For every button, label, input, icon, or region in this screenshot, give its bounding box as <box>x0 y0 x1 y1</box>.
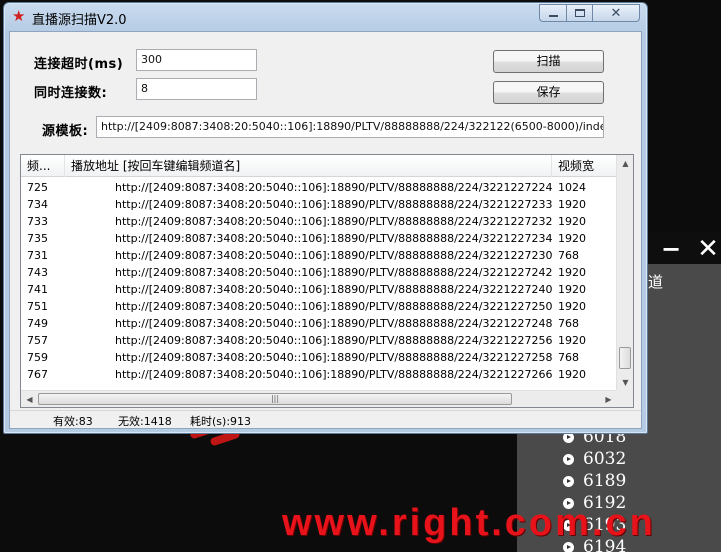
caption-buttons: ✕ <box>539 4 640 22</box>
list-row[interactable]: 759 http://[2409:8087:3408:20:5040::106]:… <box>21 349 617 366</box>
list-rows: 725 http://[2409:8087:3408:20:5040::106]:… <box>21 179 617 383</box>
close-icon: ✕ <box>610 5 622 21</box>
timeout-label: 连接超时(ms) <box>34 57 124 72</box>
scan-button[interactable]: 扫描 <box>493 50 604 73</box>
list-row[interactable]: 725 http://[2409:8087:3408:20:5040::106]:… <box>21 179 617 196</box>
background-channel-item[interactable]: 6189 <box>563 470 626 492</box>
timeout-input[interactable]: 300 <box>136 49 257 71</box>
scroll-down-icon[interactable]: ▼ <box>617 374 633 391</box>
window-title: 直播源扫描V2.0 <box>32 13 127 28</box>
status-bar: 有效:83 无效:1418 耗时(s):913 <box>10 410 641 428</box>
close-button[interactable]: ✕ <box>592 4 640 22</box>
minimize-icon <box>548 15 558 17</box>
column-header-width[interactable]: 视频宽 <box>552 155 617 177</box>
list-row[interactable]: 743 http://[2409:8087:3408:20:5040::106]:… <box>21 264 617 281</box>
scroll-up-icon[interactable]: ▲ <box>617 155 633 172</box>
scanner-window: ★ 直播源扫描V2.0 ✕ 连接超时(ms) 300 同时连接数: 8 扫描 保… <box>3 2 648 434</box>
list-row[interactable]: 733 http://[2409:8087:3408:20:5040::106]:… <box>21 213 617 230</box>
template-label: 源模板: <box>42 124 89 139</box>
list-row[interactable]: 734 http://[2409:8087:3408:20:5040::106]:… <box>21 196 617 213</box>
scroll-left-icon[interactable]: ◀ <box>21 391 38 407</box>
scroll-right-icon[interactable]: ▶ <box>600 391 617 407</box>
template-input[interactable]: http://[2409:8087:3408:20:5040::106]:188… <box>96 116 604 138</box>
vertical-scrollbar[interactable]: ▲ ▼ <box>616 155 633 391</box>
list-row[interactable]: 751 http://[2409:8087:3408:20:5040::106]:… <box>21 298 617 315</box>
status-valid: 有效:83 <box>53 415 93 428</box>
list-row[interactable]: 735 http://[2409:8087:3408:20:5040::106]:… <box>21 230 617 247</box>
play-icon <box>563 453 574 465</box>
status-elapsed: 耗时(s):913 <box>190 415 252 428</box>
background-channel-item[interactable]: 6032 <box>563 448 626 470</box>
concurrency-label: 同时连接数: <box>34 86 108 101</box>
play-icon <box>563 475 574 487</box>
concurrency-input[interactable]: 8 <box>136 78 257 100</box>
horizontal-scroll-thumb[interactable]: ||| <box>38 393 512 405</box>
horizontal-scrollbar[interactable]: ◀ ||| ▶ <box>21 390 617 407</box>
background-minimize-icon[interactable]: − <box>655 237 687 262</box>
list-row[interactable]: 731 http://[2409:8087:3408:20:5040::106]:… <box>21 247 617 264</box>
status-invalid: 无效:1418 <box>118 415 172 428</box>
background-close-icon[interactable]: ✕ <box>694 236 721 264</box>
scrollbar-corner <box>616 390 633 407</box>
vertical-scroll-thumb[interactable] <box>619 347 631 369</box>
list-header: 频... 播放地址 [按回车键编辑频道名] 视频宽 <box>21 155 617 177</box>
minimize-button[interactable] <box>539 4 566 22</box>
column-header-channel[interactable]: 频... <box>21 155 65 177</box>
list-row[interactable]: 741 http://[2409:8087:3408:20:5040::106]:… <box>21 281 617 298</box>
list-row[interactable]: 767 http://[2409:8087:3408:20:5040::106]:… <box>21 366 617 383</box>
app-star-icon: ★ <box>12 7 26 25</box>
list-row[interactable]: 749 http://[2409:8087:3408:20:5040::106]:… <box>21 315 617 332</box>
results-list[interactable]: 频... 播放地址 [按回车键编辑频道名] 视频宽 725 http://[240… <box>20 154 634 408</box>
client-area: 连接超时(ms) 300 同时连接数: 8 扫描 保存 源模板: http://… <box>9 31 642 429</box>
background-side-text: 道 <box>648 273 664 291</box>
save-button[interactable]: 保存 <box>493 81 604 104</box>
title-bar[interactable]: ★ 直播源扫描V2.0 ✕ <box>4 3 647 31</box>
maximize-button[interactable] <box>566 4 592 22</box>
list-row[interactable]: 757 http://[2409:8087:3408:20:5040::106]:… <box>21 332 617 349</box>
maximize-icon <box>574 9 585 17</box>
column-header-url[interactable]: 播放地址 [按回车键编辑频道名] <box>65 155 552 177</box>
watermark-text: www.right.com.cn <box>282 502 656 544</box>
